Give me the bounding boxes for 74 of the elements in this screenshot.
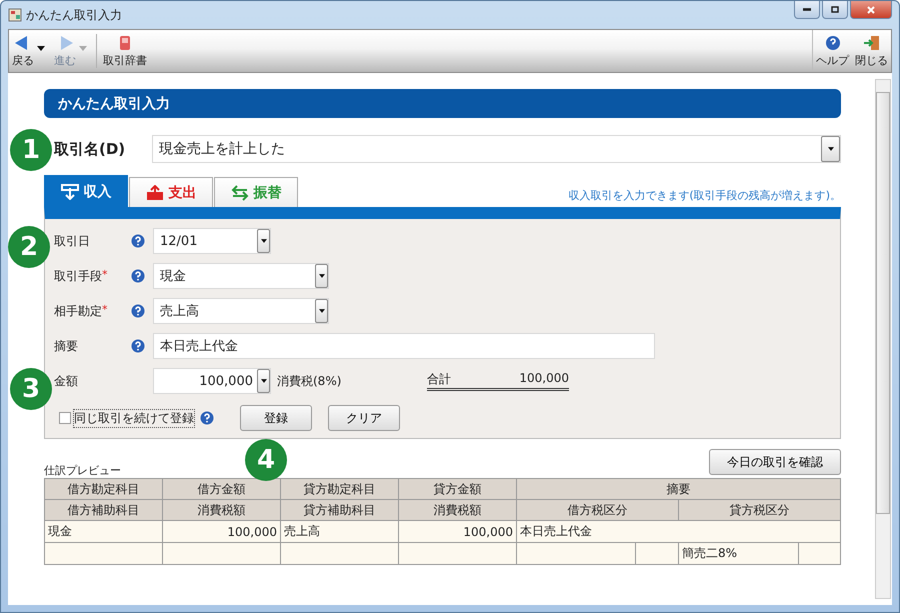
table-cell: 本日売上代金: [516, 520, 840, 542]
help-button[interactable]: ヘルプ: [813, 30, 852, 72]
confirm-button[interactable]: 今日の取引を確認: [709, 449, 841, 475]
caret-icon: [828, 147, 834, 151]
maximize-button[interactable]: [822, 1, 848, 19]
caret-icon: [260, 239, 266, 243]
column-header: 消費税額: [398, 500, 516, 520]
column-header: 借方金額: [162, 478, 280, 500]
help-icon[interactable]: [200, 411, 214, 425]
back-button[interactable]: 戻る: [9, 30, 37, 72]
help-icon[interactable]: [131, 304, 145, 318]
upload-icon: [146, 184, 164, 200]
field-label: 取引手段: [54, 268, 102, 284]
column-header: 貸方勘定科目: [280, 478, 398, 500]
tab[interactable]: 収入: [44, 175, 128, 207]
swap-arrows-icon: [230, 184, 248, 200]
field-label: 取引日: [54, 232, 90, 250]
preview-title: 仕訳プレビュー: [44, 463, 121, 478]
column-header: 摘要: [516, 478, 840, 500]
close-button[interactable]: [850, 1, 892, 19]
step-badge: 4: [245, 439, 287, 481]
caret-icon: [318, 309, 324, 313]
field-label: 摘要: [54, 338, 78, 354]
help-icon[interactable]: [131, 234, 145, 248]
scrollbar[interactable]: [875, 79, 891, 599]
column-header: 貸方金額: [398, 478, 516, 500]
field-label: 取引名(D): [54, 140, 126, 158]
door-icon: [862, 34, 882, 50]
section-header: かんたん取引入力: [44, 89, 841, 118]
download-icon: [60, 184, 78, 200]
tax-label: 消費税(8%): [277, 372, 342, 390]
register-button[interactable]: 登録: [240, 405, 312, 431]
table-cell: 100,000: [162, 520, 280, 542]
caret-icon[interactable]: [37, 46, 45, 50]
field-label: 相手勘定: [54, 302, 102, 320]
field-label: 金額: [54, 372, 78, 390]
caret-icon: [318, 274, 324, 278]
column-header: 貸方補助科目: [280, 500, 398, 520]
window-title: かんたん取引入力: [26, 6, 122, 24]
minimize-button[interactable]: [794, 1, 820, 19]
exit-button[interactable]: 閉じる: [852, 30, 891, 72]
required-mark: *: [102, 268, 108, 280]
step-badge: 3: [10, 368, 52, 410]
clear-button[interactable]: クリア: [328, 405, 400, 431]
help-icon[interactable]: [131, 269, 145, 283]
table-cell: 現金: [44, 520, 162, 542]
table-cell: 簡売二8%: [678, 542, 798, 564]
app-icon: [8, 8, 22, 22]
total-amount: 合計 100,000: [427, 371, 569, 391]
column-header: 貸方税区分: [678, 500, 840, 520]
dropdown-field[interactable]: 12/01: [153, 228, 271, 254]
tab[interactable]: 支出: [129, 177, 213, 207]
continue-checkbox[interactable]: 同じ取引を続けて登録: [59, 410, 194, 426]
column-header: 借方補助科目: [44, 500, 162, 520]
step-badge: 1: [10, 129, 52, 171]
dropdown-field[interactable]: 売上高: [153, 298, 329, 324]
dictionary-button[interactable]: 取引辞書: [100, 30, 150, 72]
required-mark: *: [102, 302, 108, 316]
dropdown-field[interactable]: 現金: [153, 263, 329, 289]
caret-icon: [260, 379, 266, 383]
help-icon[interactable]: [131, 339, 145, 353]
tab-hint: 収入取引を入力できます(取引手段の残高が増えます)。: [568, 188, 841, 202]
column-header: 借方税区分: [516, 500, 678, 520]
step-badge: 2: [8, 226, 50, 268]
close-icon: [866, 4, 876, 14]
transaction-name-field[interactable]: 現金売上を計上した: [152, 135, 841, 163]
input-field[interactable]: 本日売上代金: [153, 333, 655, 359]
minimize-icon: [803, 8, 811, 11]
table-cell: 売上高: [280, 520, 398, 542]
column-header: 借方勘定科目: [44, 478, 162, 500]
column-header: 消費税額: [162, 500, 280, 520]
table-cell: 100,000: [398, 520, 516, 542]
amount-field[interactable]: 100,000: [153, 368, 271, 394]
maximize-icon: [830, 4, 840, 14]
